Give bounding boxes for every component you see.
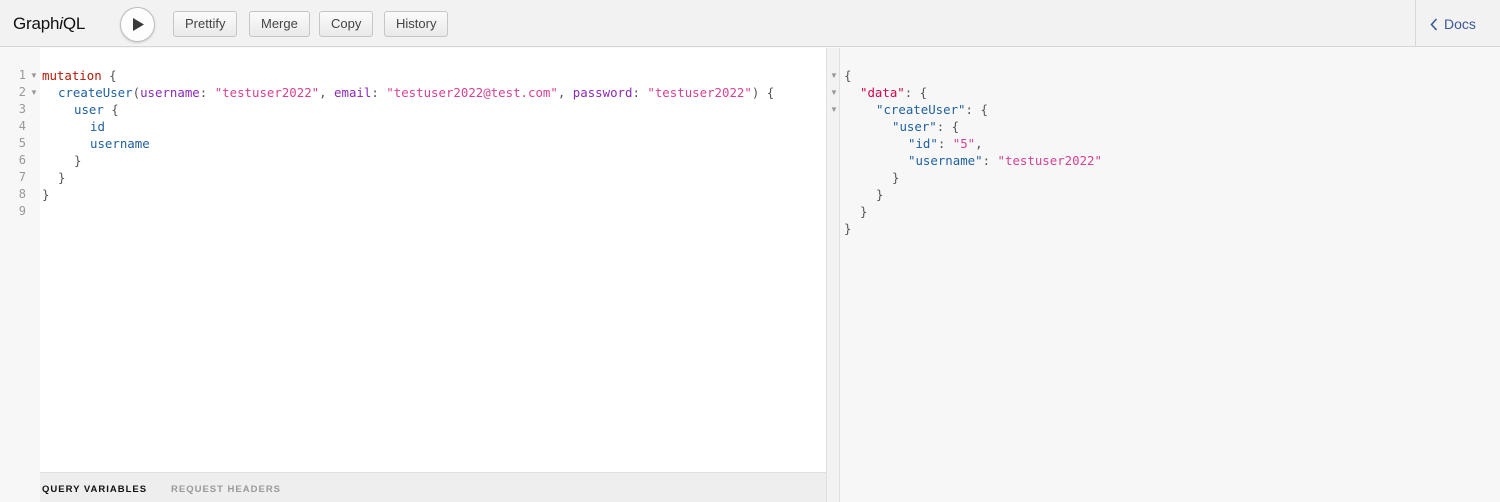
- brace: }: [876, 187, 884, 202]
- brace: }: [892, 170, 900, 185]
- toolbar: GraphiQL Prettify Merge Copy History Doc…: [0, 0, 1500, 47]
- fold-marker-icon[interactable]: ▼: [830, 101, 838, 118]
- brace: {: [844, 68, 852, 83]
- brace: }: [860, 204, 868, 219]
- colon: :: [632, 85, 648, 100]
- argument-value: "testuser2022": [647, 85, 752, 100]
- merge-button[interactable]: Merge: [249, 11, 310, 37]
- app-title: GraphiQL: [13, 14, 85, 34]
- result-viewer: ▼ ▼ ▼ { "data": { "createUser": { "user"…: [830, 48, 1500, 502]
- brace: {: [101, 68, 117, 83]
- brace: {: [103, 102, 119, 117]
- prettify-button[interactable]: Prettify: [173, 11, 238, 37]
- docs-button[interactable]: Docs: [1430, 16, 1476, 32]
- line-number: 9: [18, 204, 26, 218]
- code-line-4: id: [90, 118, 105, 135]
- paren: (: [132, 85, 141, 100]
- id-value: "5": [952, 136, 976, 151]
- result-line: }: [876, 186, 883, 203]
- code-line-6: }: [74, 152, 81, 169]
- colon: :: [982, 153, 998, 168]
- brace: }: [42, 187, 50, 202]
- id-field: id: [90, 119, 105, 134]
- colon-brace: : {: [904, 85, 928, 100]
- id-key: "id": [908, 136, 938, 151]
- argument-password: password: [572, 85, 633, 100]
- colon: :: [199, 85, 215, 100]
- fold-marker-icon[interactable]: ▼: [830, 84, 838, 101]
- colon-brace: : {: [965, 102, 988, 117]
- colon: :: [371, 85, 387, 100]
- docs-label: Docs: [1444, 16, 1476, 32]
- argument-value: "testuser2022@test.com": [386, 85, 558, 100]
- line-number: 1: [18, 68, 26, 82]
- line-number: 8: [18, 187, 26, 201]
- result-line: "data": {: [860, 84, 927, 101]
- fold-marker-icon[interactable]: ▼: [830, 67, 838, 84]
- variables-panel-header: QUERY VARIABLES REQUEST HEADERS: [40, 472, 826, 502]
- line-number: 5: [18, 136, 26, 150]
- mutation-keyword: mutation: [42, 68, 102, 83]
- result-line: }: [892, 169, 899, 186]
- comma: ,: [975, 136, 983, 151]
- comma: ,: [557, 85, 573, 100]
- line-number: 7: [18, 170, 26, 184]
- brace: }: [58, 170, 66, 185]
- brace: }: [74, 153, 82, 168]
- comma: ,: [319, 85, 335, 100]
- tab-request-headers[interactable]: REQUEST HEADERS: [171, 484, 281, 495]
- argument-username: username: [140, 85, 200, 100]
- code-line-3: user {: [74, 101, 119, 118]
- username-field: username: [90, 136, 150, 151]
- brace: }: [844, 221, 852, 236]
- create-user-key: "createUser": [876, 102, 966, 117]
- line-number: 2: [18, 85, 26, 99]
- result-line: "user": {: [892, 118, 959, 135]
- argument-value: "testuser2022": [214, 85, 320, 100]
- copy-button[interactable]: Copy: [319, 11, 374, 37]
- line-number-gutter: 1 2 3 4 5 6 7 8 9 ▼ ▼: [0, 48, 40, 502]
- execute-query-button[interactable]: [120, 7, 155, 42]
- code-line-2: createUser(username: "testuser2022", ema…: [58, 84, 774, 101]
- play-icon: [132, 18, 144, 31]
- create-user-field: createUser: [58, 85, 133, 100]
- query-editor[interactable]: mutation { createUser(username: "testuse…: [40, 48, 826, 472]
- user-field: user: [74, 102, 104, 117]
- colon-brace: : {: [936, 119, 960, 134]
- result-line: }: [860, 203, 867, 220]
- code-line-5: username: [90, 135, 150, 152]
- username-key: "username": [908, 153, 983, 168]
- result-line: "createUser": {: [876, 101, 988, 118]
- line-number: 4: [18, 119, 26, 133]
- result-line: {: [844, 67, 851, 84]
- fold-marker-icon[interactable]: ▼: [30, 84, 38, 101]
- data-key: "data": [860, 85, 905, 100]
- paren-brace: ) {: [751, 85, 775, 100]
- argument-email: email: [334, 85, 372, 100]
- history-button[interactable]: History: [384, 11, 449, 37]
- fold-marker-icon[interactable]: ▼: [30, 67, 38, 84]
- result-line: }: [844, 220, 851, 237]
- user-key: "user": [892, 119, 937, 134]
- tab-query-variables[interactable]: QUERY VARIABLES: [42, 484, 147, 495]
- code-line-1: mutation {: [42, 67, 117, 84]
- app-title-prefix: Graph: [13, 14, 60, 33]
- docs-divider: [1415, 0, 1416, 47]
- chevron-left-icon: [1430, 17, 1438, 31]
- colon: :: [937, 136, 953, 151]
- result-line: "id": "5",: [908, 135, 983, 152]
- line-number: 3: [18, 102, 26, 116]
- result-line: "username": "testuser2022": [908, 152, 1102, 169]
- line-number: 6: [18, 153, 26, 167]
- code-line-8: }: [42, 186, 49, 203]
- code-line-7: }: [58, 169, 65, 186]
- app-title-suffix: QL: [62, 14, 86, 33]
- username-value: "testuser2022": [997, 153, 1102, 168]
